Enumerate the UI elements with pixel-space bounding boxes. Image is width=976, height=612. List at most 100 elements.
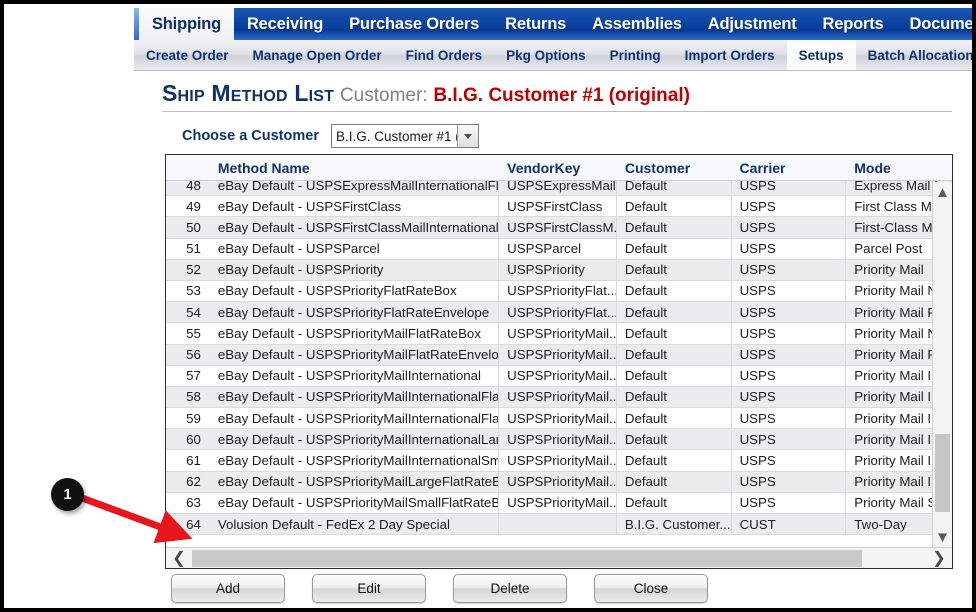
- customer-name: B.I.G. Customer #1 (original): [433, 85, 690, 106]
- cell-method: eBay Default - USPSPriorityMailInternati…: [210, 365, 500, 387]
- cell-customer: B.I.G. Customer...: [617, 513, 732, 535]
- cell-carrier: USPS: [732, 365, 847, 387]
- cell-method: eBay Default - USPSPriorityMailLargeFlat…: [210, 471, 500, 493]
- sub-tab-batch-allocation[interactable]: Batch Allocation: [856, 40, 972, 70]
- horizontal-scrollbar-thumb[interactable]: [192, 549, 862, 567]
- column-header-mode[interactable]: Mode: [846, 160, 952, 176]
- table-row[interactable]: 49 eBay Default - USPSFirstClass USPSFirst…: [166, 195, 952, 218]
- cell-vendorkey: USPSPriorityMail...: [499, 386, 617, 408]
- sub-tab-printing[interactable]: Printing: [598, 40, 673, 70]
- horizontal-scrollbar-track[interactable]: [192, 549, 926, 567]
- main-tab-assemblies[interactable]: Assemblies: [579, 8, 695, 40]
- cell-num: 48: [186, 181, 201, 193]
- cell-vendorkey: USPSFirstClass: [499, 195, 617, 217]
- customer-label: Customer:: [339, 85, 428, 106]
- table-row[interactable]: 50 eBay Default - USPSFirstClassMailInter…: [166, 216, 952, 239]
- cell-customer: Default: [617, 322, 732, 344]
- table-row[interactable]: 56 eBay Default - USPSPriorityMailFlatRat…: [166, 344, 952, 366]
- page-title: Ship Method List Customer: B.I.G. Custom…: [162, 80, 952, 107]
- horizontal-scrollbar[interactable]: ❮ ❯: [166, 547, 952, 568]
- main-tab-adjustment[interactable]: Adjustment: [695, 8, 810, 40]
- table-row[interactable]: 52 eBay Default - USPSPriority USPSPriorit…: [166, 259, 952, 281]
- cell-carrier: USPS: [732, 238, 847, 260]
- delete-button[interactable]: Delete: [453, 574, 567, 603]
- sub-tab-create-order[interactable]: Create Order: [134, 40, 241, 70]
- main-tab-receiving[interactable]: Receiving: [234, 8, 336, 40]
- cell-method: eBay Default - USPSPriorityMailInternati…: [210, 428, 500, 450]
- cell-customer: Default: [617, 428, 732, 450]
- cell-num: 56: [186, 347, 201, 362]
- vertical-scrollbar[interactable]: ▲ ▼: [932, 182, 952, 547]
- sub-tab-manage-open-order[interactable]: Manage Open Order: [241, 40, 394, 70]
- cell-carrier: USPS: [732, 471, 847, 493]
- cell-customer: Default: [617, 195, 732, 217]
- cell-vendorkey: USPSPriorityMail...: [499, 322, 617, 344]
- chevron-left-icon[interactable]: ❮: [166, 548, 192, 568]
- cell-carrier: USPS: [732, 301, 847, 323]
- table-row[interactable]: 51 eBay Default - USPSParcel USPSParcel Def…: [166, 238, 952, 260]
- main-tab-documents[interactable]: Documents: [897, 8, 973, 40]
- cell-vendorkey: USPSPriorityMail...: [499, 344, 617, 366]
- table-row[interactable]: 61 eBay Default - USPSPriorityMailInterna…: [166, 449, 952, 472]
- table-row[interactable]: 62 eBay Default - USPSPriorityMailLargeFl…: [166, 471, 952, 493]
- chevron-down-icon[interactable]: [456, 125, 478, 147]
- table-row[interactable]: 48 eBay Default - USPSExpressMailInternat…: [166, 181, 952, 197]
- column-header-method-name[interactable]: Method Name: [210, 160, 499, 176]
- cell-method: eBay Default - USPSPriorityFlatRateEnvel…: [210, 301, 500, 323]
- cell-customer: Default: [617, 181, 732, 196]
- column-header-vendorkey[interactable]: VendorKey: [499, 160, 617, 176]
- column-header-customer[interactable]: Customer: [617, 160, 732, 176]
- main-tab-purchase-orders[interactable]: Purchase Orders: [336, 8, 492, 40]
- chevron-down-icon[interactable]: ▼: [933, 527, 952, 547]
- sub-tab-setups[interactable]: Setups: [786, 40, 856, 70]
- cell-num: 62: [186, 474, 201, 490]
- cell-vendorkey: USPSPriorityMail...: [499, 449, 617, 472]
- close-button[interactable]: Close: [594, 574, 708, 603]
- main-tab-shipping[interactable]: Shipping: [139, 8, 234, 40]
- cell-method: eBay Default - USPSPriority: [210, 259, 500, 281]
- cell-method: eBay Default - USPSPriorityMailInternati…: [210, 386, 500, 408]
- table-row[interactable]: 58 eBay Default - USPSPriorityMailInterna…: [166, 386, 952, 409]
- cell-method: eBay Default - USPSPriorityMailInternati…: [210, 449, 500, 472]
- cell-carrier: USPS: [732, 492, 847, 514]
- ship-method-grid: Method Name VendorKey Customer Carrier Mode …: [165, 154, 953, 569]
- cell-num: 55: [186, 325, 201, 341]
- cell-customer: Default: [617, 259, 732, 281]
- sub-tab-find-orders[interactable]: Find Orders: [394, 40, 495, 70]
- grid-header-row: Method Name VendorKey Customer Carrier Mode: [166, 155, 952, 181]
- table-row[interactable]: 55 eBay Default - USPSPriorityMailFlatRat…: [166, 322, 952, 345]
- cell-method: eBay Default - USPSExpressMailInternatio…: [210, 181, 500, 196]
- main-tab-reports[interactable]: Reports: [810, 8, 897, 40]
- cell-vendorkey: USPSPriorityMail...: [499, 365, 617, 387]
- cell-carrier: USPS: [732, 322, 847, 344]
- cell-customer: Default: [617, 301, 732, 323]
- table-row[interactable]: 53 eBay Default - USPSPriorityFlatRateBox…: [166, 280, 952, 303]
- cell-vendorkey: USPSPriority: [499, 259, 617, 281]
- cell-carrier: USPS: [732, 181, 847, 196]
- cell-carrier: USPS: [732, 407, 847, 429]
- column-header-carrier[interactable]: Carrier: [732, 160, 847, 176]
- cell-method: eBay Default - USPSParcel: [210, 238, 500, 260]
- sub-tab-import-orders[interactable]: Import Orders: [673, 40, 787, 70]
- cell-vendorkey: USPSExpressMail...: [499, 181, 617, 196]
- main-tab-returns[interactable]: Returns: [492, 8, 579, 40]
- cell-carrier: USPS: [732, 216, 847, 239]
- customer-select[interactable]: B.I.G. Customer #1 (ori: [330, 124, 479, 148]
- customer-select-value: B.I.G. Customer #1 (ori: [335, 128, 457, 144]
- sub-tab-pkg-options[interactable]: Pkg Options: [494, 40, 598, 70]
- table-row[interactable]: 60 eBay Default - USPSPriorityMailInterna…: [166, 428, 952, 451]
- vertical-scrollbar-thumb[interactable]: [935, 434, 950, 512]
- table-row[interactable]: 59 eBay Default - USPSPriorityMailInterna…: [166, 407, 952, 430]
- add-button[interactable]: Add: [171, 574, 285, 603]
- cell-carrier: USPS: [732, 428, 847, 450]
- table-row[interactable]: 64 Volusion Default - FedEx 2 Day Special…: [166, 513, 952, 536]
- cell-carrier: USPS: [732, 386, 847, 408]
- table-row[interactable]: 54 eBay Default - USPSPriorityFlatRateEnv…: [166, 301, 952, 324]
- table-row[interactable]: 57 eBay Default - USPSPriorityMailInterna…: [166, 365, 952, 387]
- cell-customer: Default: [617, 344, 732, 366]
- chevron-up-icon[interactable]: ▲: [933, 182, 952, 202]
- edit-button[interactable]: Edit: [312, 574, 426, 603]
- chevron-right-icon[interactable]: ❯: [926, 548, 952, 568]
- cell-num: 59: [186, 410, 201, 426]
- table-row[interactable]: 63 eBay Default - USPSPriorityMailSmallFl…: [166, 492, 952, 514]
